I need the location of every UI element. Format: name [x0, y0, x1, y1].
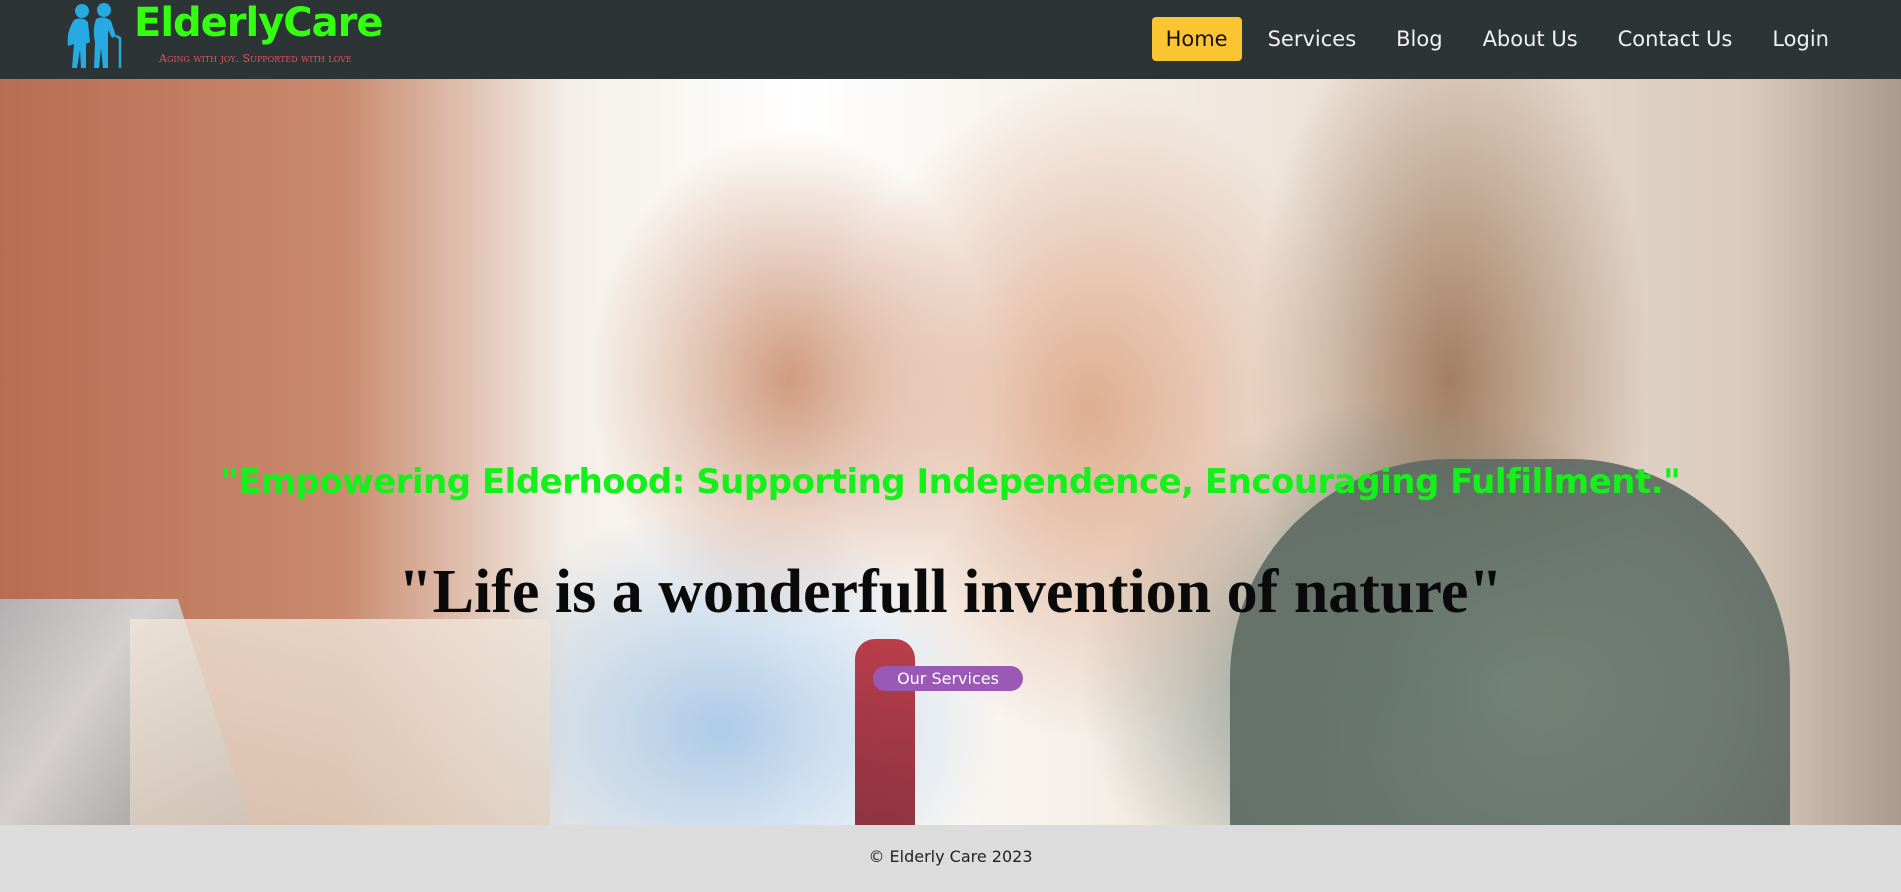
- hero-slogan: "Empowering Elderhood: Supporting Indepe…: [220, 462, 1681, 502]
- nav-contact-us[interactable]: Contact Us: [1604, 17, 1747, 61]
- site-logo[interactable]: ElderlyCare Aging with joy. Supported wi…: [64, 0, 384, 79]
- elderly-couple-icon: [67, 3, 122, 68]
- nav-services[interactable]: Services: [1254, 17, 1371, 61]
- nav-blog[interactable]: Blog: [1382, 17, 1456, 61]
- site-footer: © Elderly Care 2023: [0, 825, 1901, 892]
- main-nav: Home Services Blog About Us Contact Us L…: [1140, 17, 1843, 61]
- logo-title: ElderlyCare: [134, 0, 384, 46]
- hero-section: "Empowering Elderhood: Supporting Indepe…: [0, 79, 1901, 825]
- nav-home[interactable]: Home: [1151, 17, 1242, 61]
- nav-login[interactable]: Login: [1758, 17, 1843, 61]
- logo-tagline: Aging with joy. Supported with love: [159, 52, 352, 65]
- hero-background-person: [1230, 459, 1790, 825]
- footer-copyright: © Elderly Care 2023: [868, 847, 1033, 866]
- hero-background-couch: [130, 619, 550, 825]
- our-services-button[interactable]: Our Services: [873, 666, 1023, 691]
- hero-quote: "Life is a wonderfull invention of natur…: [398, 558, 1503, 626]
- site-header: ElderlyCare Aging with joy. Supported wi…: [0, 0, 1901, 79]
- nav-about-us[interactable]: About Us: [1469, 17, 1592, 61]
